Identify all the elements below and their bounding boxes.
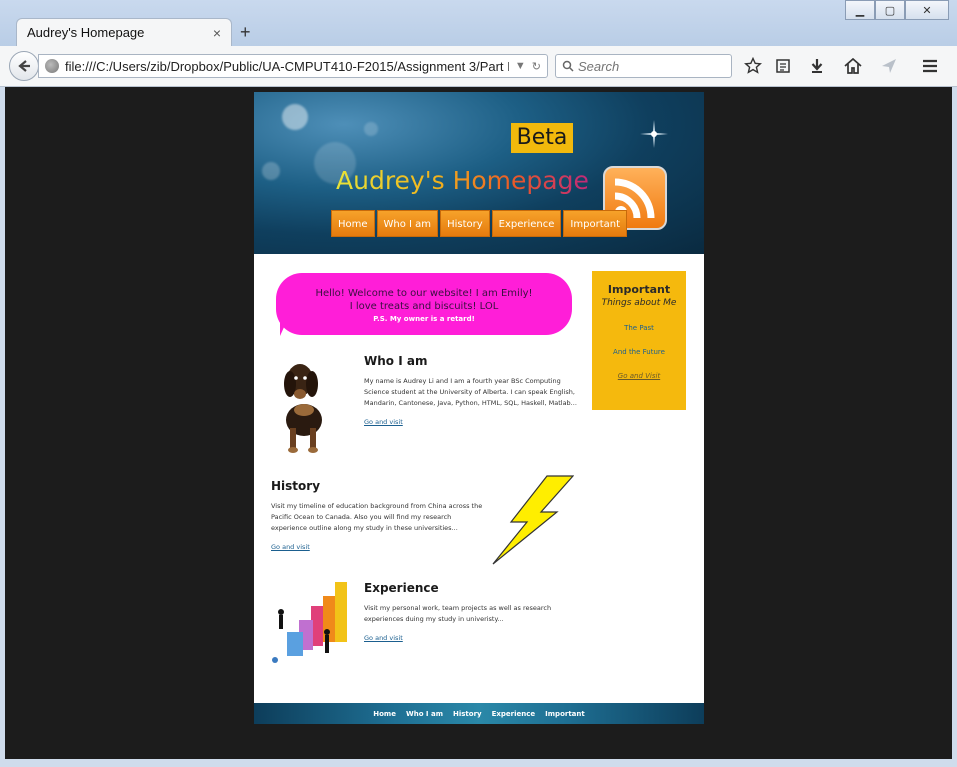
section-text: Visit my timeline of education backgroun…	[271, 502, 483, 532]
important-subtitle: Things about Me	[601, 298, 677, 308]
beta-badge: Beta	[511, 123, 573, 153]
site-header: Beta Audrey's Homepage Home Who I am His…	[254, 92, 704, 254]
bubble-line: P.S. My owner is a retard!	[373, 315, 475, 323]
bookmark-star-icon[interactable]	[742, 56, 764, 76]
section-history: History Visit my timeline of education b…	[271, 479, 486, 553]
minimize-button[interactable]: ▁	[845, 0, 875, 20]
bokeh-light	[282, 104, 308, 130]
important-title: Important	[607, 283, 671, 296]
nav-history[interactable]: History	[440, 210, 490, 237]
browser-toolbar: file:///C:/Users/zib/Dropbox/Public/UA-C…	[0, 46, 957, 87]
home-icon[interactable]	[842, 56, 864, 76]
bubble-line: Hello! Welcome to our website! I am Emil…	[315, 288, 533, 299]
experience-blocks-image	[272, 582, 347, 663]
dropdown-icon[interactable]: ▼	[515, 60, 526, 73]
important-link-visit[interactable]: Go and Visit	[592, 372, 686, 380]
maximize-button[interactable]: ▢	[875, 0, 905, 20]
lightning-bolt-image	[492, 475, 574, 565]
back-arrow-icon	[18, 60, 30, 72]
footer-link-who-i-am[interactable]: Who I am	[406, 710, 443, 718]
reload-icon[interactable]: ↻	[532, 60, 541, 73]
section-experience: Experience Visit my personal work, team …	[364, 581, 579, 644]
web-page: Beta Audrey's Homepage Home Who I am His…	[254, 92, 704, 724]
dachshund-image	[284, 364, 322, 453]
section-text: Visit my personal work, team projects as…	[364, 604, 552, 623]
footer-link-history[interactable]: History	[453, 710, 482, 718]
nav-important[interactable]: Important	[563, 210, 627, 237]
footer-link-important[interactable]: Important	[545, 710, 585, 718]
section-who-i-am: Who I am My name is Audrey Li and I am a…	[364, 354, 579, 428]
section-heading: History	[271, 479, 321, 493]
search-bar[interactable]	[555, 54, 732, 78]
search-input[interactable]	[578, 58, 718, 74]
main-navigation: Home Who I am History Experience Importa…	[331, 210, 627, 237]
important-sidebar: Important Things about Me The Past And t…	[592, 271, 686, 410]
important-link-past[interactable]: The Past	[592, 324, 686, 332]
go-and-visit-link[interactable]: Go and visit	[364, 418, 403, 426]
window-controls: ▁ ▢ ✕	[845, 0, 949, 20]
menu-icon[interactable]	[919, 56, 941, 76]
go-and-visit-link[interactable]: Go and visit	[364, 634, 403, 642]
section-text: My name is Audrey Li and I am a fourth y…	[364, 377, 577, 407]
footer-link-experience[interactable]: Experience	[492, 710, 536, 718]
browser-viewport: Beta Audrey's Homepage Home Who I am His…	[5, 87, 952, 759]
tab-title: Audrey's Homepage	[27, 25, 145, 40]
download-icon[interactable]	[806, 56, 828, 76]
nav-who-i-am[interactable]: Who I am	[376, 210, 439, 237]
section-heading: Who I am	[364, 354, 428, 368]
browser-title-bar: ▁ ▢ ✕ Audrey's Homepage × +	[0, 0, 957, 46]
window-border-bottom	[0, 759, 957, 767]
back-button[interactable]	[9, 51, 39, 81]
bokeh-light	[364, 122, 378, 136]
main-content: Hello! Welcome to our website! I am Emil…	[254, 254, 704, 704]
url-bar[interactable]: file:///C:/Users/zib/Dropbox/Public/UA-C…	[38, 54, 548, 78]
nav-experience[interactable]: Experience	[491, 210, 562, 237]
bubble-line: I love treats and biscuits! LOL	[349, 301, 499, 312]
sparkle-icon	[640, 120, 668, 148]
tab-close-icon[interactable]: ×	[213, 25, 221, 41]
welcome-speech-bubble: Hello! Welcome to our website! I am Emil…	[276, 273, 572, 335]
new-tab-button[interactable]: +	[240, 22, 251, 43]
go-and-visit-link[interactable]: Go and visit	[271, 543, 310, 551]
important-link-future[interactable]: And the Future	[592, 348, 686, 356]
close-window-button[interactable]: ✕	[905, 0, 949, 20]
window-border-right	[952, 87, 957, 759]
footer-link-home[interactable]: Home	[373, 710, 396, 718]
url-actions: ▼ ↻	[509, 60, 547, 73]
nav-home[interactable]: Home	[331, 210, 375, 237]
url-text[interactable]: file:///C:/Users/zib/Dropbox/Public/UA-C…	[65, 59, 509, 74]
browser-tab[interactable]: Audrey's Homepage ×	[16, 18, 232, 46]
globe-icon	[45, 59, 59, 73]
section-heading: Experience	[364, 581, 439, 595]
reading-list-icon[interactable]	[772, 56, 794, 76]
send-icon[interactable]	[878, 56, 900, 76]
site-footer: Home Who I am History Experience Importa…	[254, 703, 704, 724]
search-icon	[562, 60, 574, 72]
bubble-tail	[280, 314, 290, 336]
bokeh-light	[262, 162, 280, 180]
site-title: Audrey's Homepage	[336, 166, 589, 195]
